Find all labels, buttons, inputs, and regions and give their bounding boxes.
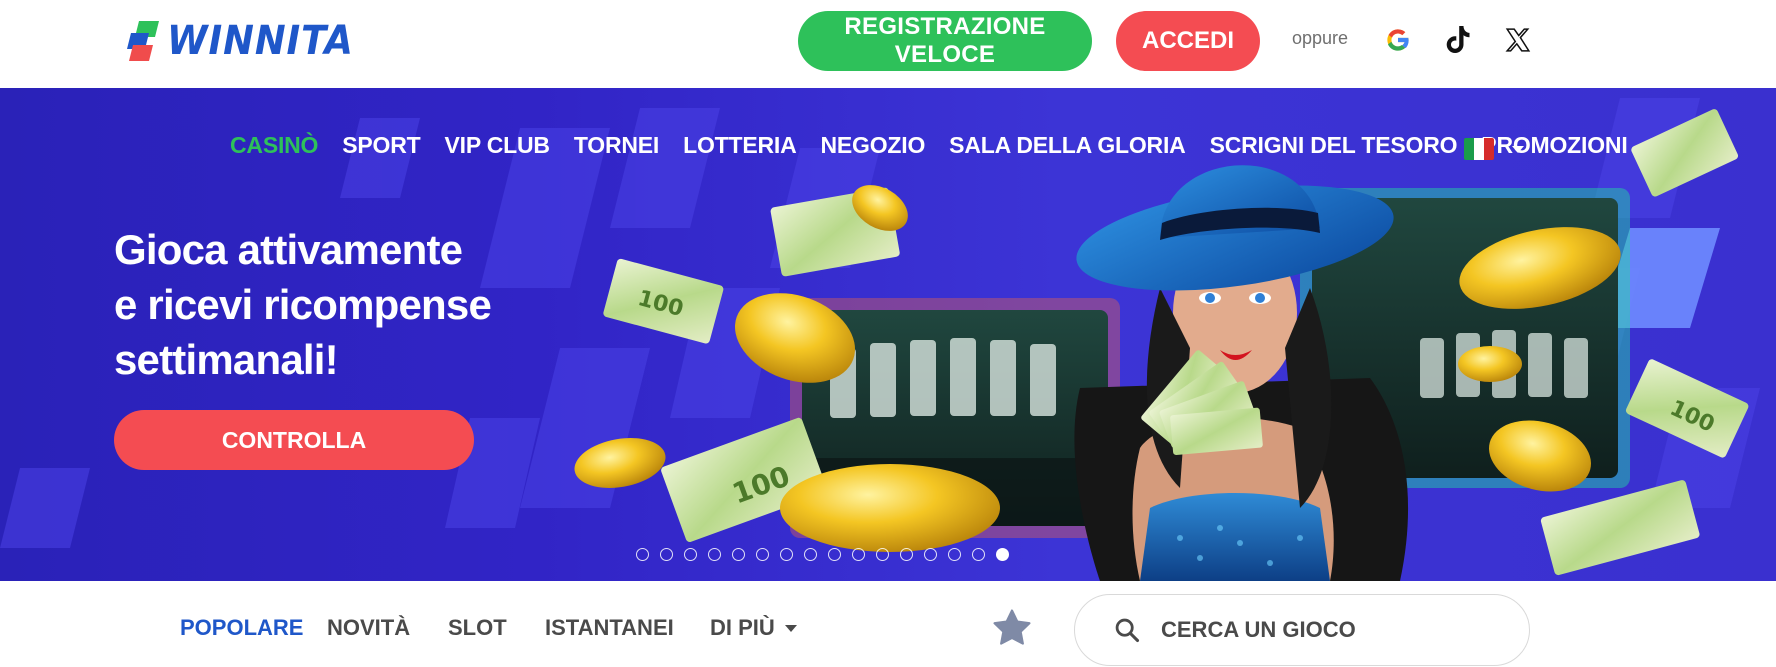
carousel-dot[interactable] — [804, 548, 817, 561]
google-icon[interactable] — [1380, 22, 1416, 58]
carousel-dot[interactable] — [732, 548, 745, 561]
quick-register-button[interactable]: REGISTRAZIONE VELOCE — [798, 11, 1092, 71]
tab-popolare[interactable]: POPOLARE — [180, 615, 303, 641]
site-header: WINNITA REGISTRAZIONE VELOCE ACCEDI oppu… — [0, 0, 1776, 88]
main-nav: CASINÒ SPORT VIP CLUB TORNEI LOTTERIA NE… — [230, 132, 1652, 159]
carousel-dot[interactable] — [900, 548, 913, 561]
tab-slot[interactable]: SLOT — [448, 615, 507, 641]
nav-item-sport[interactable]: SPORT — [342, 132, 420, 159]
language-selector[interactable] — [1464, 138, 1524, 160]
headline-line: e ricevi ricompense — [114, 281, 492, 328]
check-button[interactable]: CONTROLLA — [114, 410, 474, 470]
chevron-down-icon — [1512, 145, 1524, 153]
search-icon — [1115, 618, 1140, 643]
tab-label: DI PIÙ — [710, 615, 775, 640]
carousel-dot[interactable] — [924, 548, 937, 561]
star-icon[interactable] — [990, 606, 1034, 650]
x-icon[interactable] — [1500, 22, 1536, 58]
banner-headline: Gioca attivamente e ricevi ricompense se… — [114, 222, 534, 387]
logo-text: WINNITA — [167, 18, 354, 64]
carousel-dots — [636, 548, 1020, 561]
italian-flag-icon — [1464, 138, 1494, 160]
or-label: oppure — [1292, 28, 1349, 48]
nav-item-negozio[interactable]: NEGOZIO — [821, 132, 926, 159]
banner-illustration: 100 100 100 — [574, 109, 1749, 581]
carousel-dot[interactable] — [876, 548, 889, 561]
nav-item-tornei[interactable]: TORNEI — [574, 132, 659, 159]
carousel-dot[interactable] — [852, 548, 865, 561]
carousel-dot[interactable] — [756, 548, 769, 561]
nav-item-casino[interactable]: CASINÒ — [230, 132, 318, 159]
game-category-bar: POPOLARE NOVITÀ SLOT ISTANTANEI DI PIÙ — [0, 581, 1776, 667]
carousel-dot[interactable] — [780, 548, 793, 561]
carousel-dot[interactable] — [996, 548, 1009, 561]
login-button[interactable]: ACCEDI — [1116, 11, 1260, 71]
game-search[interactable] — [1074, 594, 1530, 666]
carousel-dot[interactable] — [972, 548, 985, 561]
logo-mark-icon — [125, 19, 161, 63]
chevron-down-icon — [784, 624, 797, 632]
carousel-dot[interactable] — [828, 548, 841, 561]
carousel-dot[interactable] — [660, 548, 673, 561]
tab-istantanei[interactable]: ISTANTANEI — [545, 615, 674, 641]
nav-item-vip-club[interactable]: VIP CLUB — [445, 132, 551, 159]
carousel-dot[interactable] — [948, 548, 961, 561]
carousel-dot[interactable] — [708, 548, 721, 561]
tab-di-piu[interactable]: DI PIÙ — [710, 615, 797, 641]
tab-novita[interactable]: NOVITÀ — [327, 615, 410, 641]
search-input[interactable] — [1161, 617, 1501, 643]
carousel-dot[interactable] — [636, 548, 649, 561]
carousel-dot[interactable] — [684, 548, 697, 561]
nav-item-lotteria[interactable]: LOTTERIA — [683, 132, 797, 159]
promo-banner[interactable]: 100 100 100 CASINÒ SPORT VIP CLUB TORNEI… — [0, 88, 1776, 581]
headline-line: Gioca attivamente — [114, 226, 463, 273]
headline-line: settimanali! — [114, 336, 339, 383]
winnita-logo[interactable]: WINNITA — [125, 18, 370, 64]
nav-item-sala-della-gloria[interactable]: SALA DELLA GLORIA — [949, 132, 1186, 159]
nav-item-scrigni-del-tesoro[interactable]: SCRIGNI DEL TESORO — [1210, 132, 1458, 159]
tiktok-icon[interactable] — [1440, 22, 1476, 58]
